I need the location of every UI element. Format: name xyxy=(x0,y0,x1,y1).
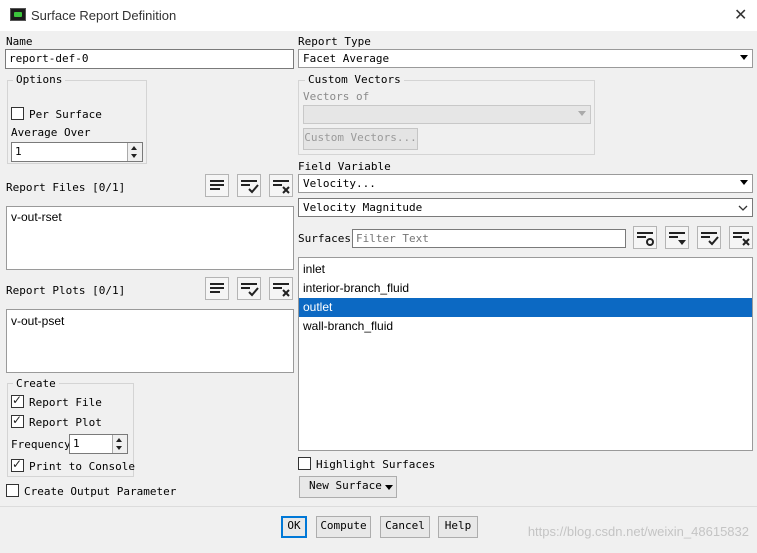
frequency-spinner[interactable]: 1 xyxy=(69,434,128,454)
options-group-title: Options xyxy=(13,73,66,86)
list-clear-icon xyxy=(273,283,290,297)
help-button[interactable]: Help xyxy=(438,516,478,538)
field-variable-quantity-value: Velocity Magnitude xyxy=(303,201,423,214)
dropdown-arrow-icon xyxy=(385,485,393,490)
spin-down-icon[interactable] xyxy=(131,154,137,158)
list-clear-icon xyxy=(733,232,750,246)
report-type-label: Report Type xyxy=(298,35,371,48)
create-group-title: Create xyxy=(13,377,59,390)
compute-button[interactable]: Compute xyxy=(316,516,371,538)
report-plot-label: Report Plot xyxy=(29,416,102,429)
spin-up-icon[interactable] xyxy=(116,438,122,442)
report-type-dropdown[interactable]: Facet Average xyxy=(298,49,753,68)
report-plots-label: Report Plots [0/1] xyxy=(6,284,126,297)
surface-item-inlet[interactable]: inlet xyxy=(299,260,752,279)
select-all-plots-button[interactable] xyxy=(205,277,229,300)
watermark: https://blog.csdn.net/weixin_48615832 xyxy=(527,524,749,539)
new-surface-label: New Surface xyxy=(309,479,382,492)
field-variable-label: Field Variable xyxy=(298,160,391,173)
list-filter-icon xyxy=(637,232,654,246)
report-plots-list[interactable]: v-out-pset xyxy=(6,309,294,373)
field-variable-quantity-dropdown[interactable]: Velocity Magnitude xyxy=(298,198,753,217)
per-surface-label: Per Surface xyxy=(29,108,102,121)
highlight-surfaces-checkbox[interactable] xyxy=(298,457,311,470)
surfaces-list[interactable]: inlet interior-branch_fluid outlet wall-… xyxy=(298,257,753,451)
list-icon xyxy=(210,283,224,293)
close-icon[interactable]: ✕ xyxy=(734,5,747,24)
new-surface-button[interactable]: New Surface xyxy=(299,476,397,498)
surface-select-menu-button[interactable] xyxy=(665,226,689,249)
deselect-plots-button[interactable] xyxy=(269,277,293,300)
vectors-of-label: Vectors of xyxy=(303,90,370,103)
vectors-of-dropdown[interactable] xyxy=(303,105,591,124)
frequency-stepper[interactable] xyxy=(112,435,127,453)
spin-up-icon[interactable] xyxy=(131,146,137,150)
check-files-button[interactable] xyxy=(237,174,261,197)
list-check-icon xyxy=(701,232,719,246)
surface-item-interior-branch-fluid[interactable]: interior-branch_fluid xyxy=(299,279,752,298)
list-check-icon xyxy=(241,283,259,297)
surface-check-button[interactable] xyxy=(697,226,721,249)
deselect-files-button[interactable] xyxy=(269,174,293,197)
average-over-spinner[interactable]: 1 xyxy=(11,142,143,162)
surface-filter-button[interactable] xyxy=(633,226,657,249)
custom-vectors-title: Custom Vectors xyxy=(305,73,404,86)
average-over-value: 1 xyxy=(15,145,22,158)
highlight-surfaces-label: Highlight Surfaces xyxy=(316,458,436,471)
print-to-console-checkbox[interactable] xyxy=(11,457,24,472)
field-variable-category-value: Velocity... xyxy=(303,177,376,190)
print-to-console-label: Print to Console xyxy=(29,460,135,473)
surface-item-outlet[interactable]: outlet xyxy=(299,298,752,317)
spin-down-icon[interactable] xyxy=(116,446,122,450)
ok-button[interactable]: OK xyxy=(281,516,307,538)
dropdown-arrow-icon xyxy=(578,111,586,116)
report-files-label: Report Files [0/1] xyxy=(6,181,126,194)
average-over-label: Average Over xyxy=(11,126,91,139)
check-plots-button[interactable] xyxy=(237,277,261,300)
dropdown-arrow-icon xyxy=(740,55,748,60)
cancel-button[interactable]: Cancel xyxy=(380,516,430,538)
create-output-parameter-label: Create Output Parameter xyxy=(24,485,177,498)
name-label: Name xyxy=(6,35,33,48)
name-field[interactable]: report-def-0 xyxy=(5,49,294,69)
window-title: Surface Report Definition xyxy=(31,8,177,23)
chevron-down-icon xyxy=(738,205,748,211)
create-output-parameter-checkbox[interactable] xyxy=(6,484,19,497)
report-files-list[interactable]: v-out-rset xyxy=(6,206,294,270)
surfaces-filter-input[interactable] xyxy=(352,229,626,248)
list-clear-icon xyxy=(273,180,290,194)
list-item[interactable]: v-out-rset xyxy=(7,208,293,227)
surfaces-label: Surfaces xyxy=(298,232,351,245)
per-surface-checkbox[interactable] xyxy=(11,107,24,120)
list-dropdown-icon xyxy=(669,232,686,245)
report-plot-checkbox[interactable] xyxy=(11,413,24,428)
separator xyxy=(0,506,757,507)
report-file-checkbox[interactable] xyxy=(11,393,24,408)
surface-item-wall-branch-fluid[interactable]: wall-branch_fluid xyxy=(299,317,752,336)
average-over-stepper[interactable] xyxy=(127,143,142,161)
app-icon xyxy=(10,8,26,21)
frequency-value: 1 xyxy=(73,437,80,450)
select-all-files-button[interactable] xyxy=(205,174,229,197)
report-type-value: Facet Average xyxy=(303,52,390,65)
surface-clear-button[interactable] xyxy=(729,226,753,249)
dropdown-arrow-icon xyxy=(740,180,748,185)
list-check-icon xyxy=(241,180,259,194)
frequency-label: Frequency xyxy=(11,438,71,451)
list-icon xyxy=(210,180,224,190)
field-variable-category-dropdown[interactable]: Velocity... xyxy=(298,174,753,193)
report-file-label: Report File xyxy=(29,396,102,409)
custom-vectors-button[interactable]: Custom Vectors... xyxy=(303,128,418,150)
list-item[interactable]: v-out-pset xyxy=(7,312,293,331)
